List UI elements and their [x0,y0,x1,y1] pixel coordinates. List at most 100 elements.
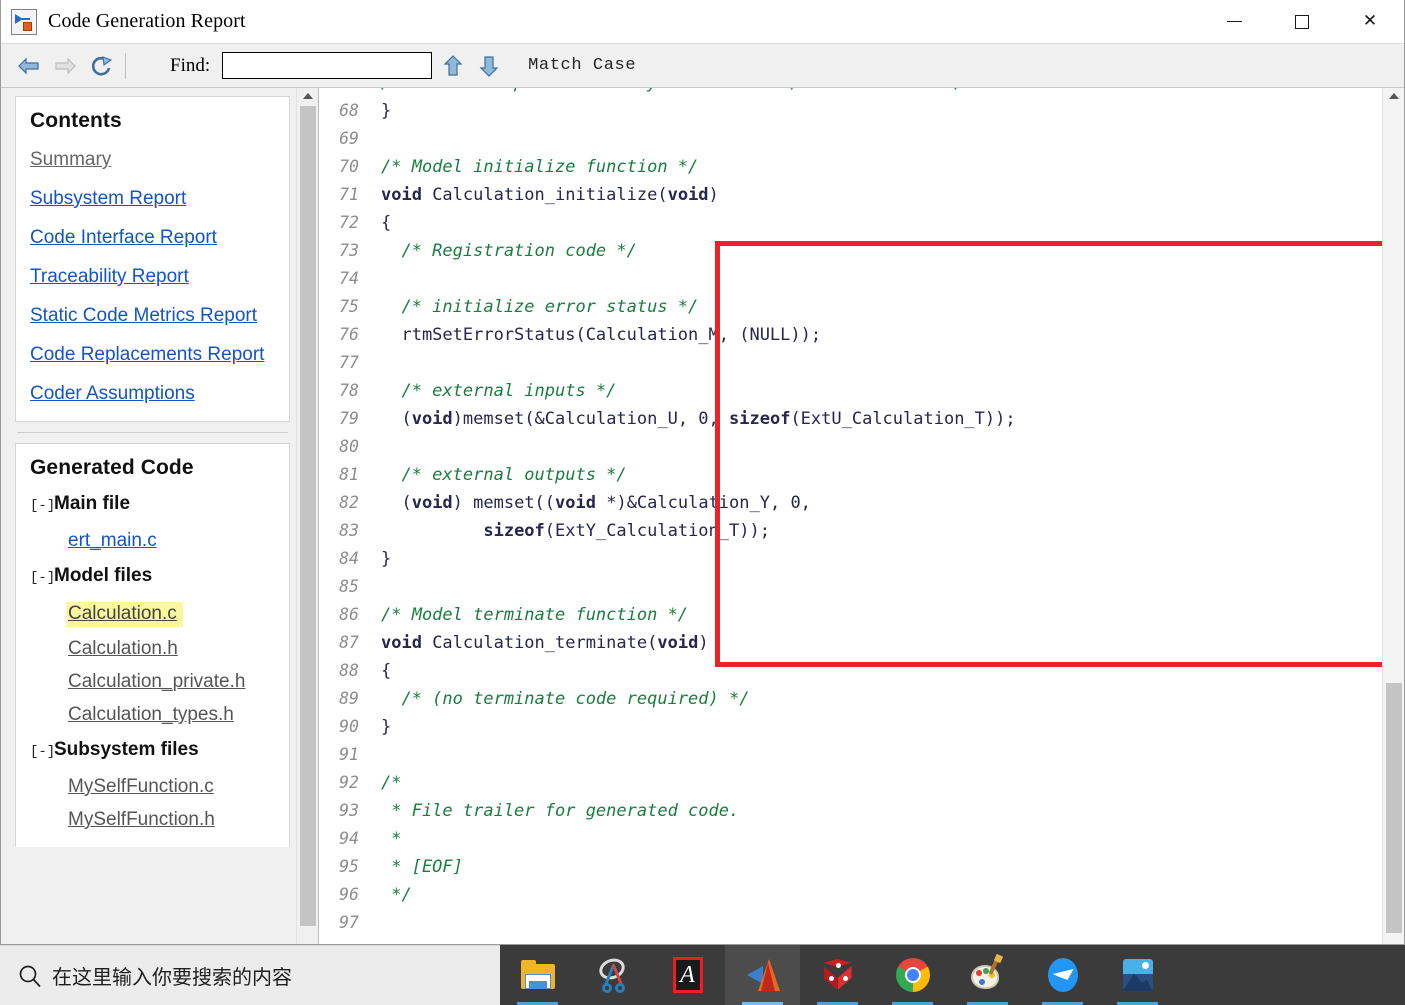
line-number: 68 [339,101,359,120]
code-line: 88 { [319,657,1382,685]
taskbar-chrome-icon[interactable] [875,945,950,1005]
back-button[interactable] [11,49,47,83]
code-line: 91 [319,741,1382,769]
line-number: 81 [339,465,359,484]
taskbar-bird-messenger-icon[interactable] [1025,945,1100,1005]
file-link-ert-main-c[interactable]: ert_main.c [68,530,157,552]
code-line: 82 (void) memset((void *)&Calculation_Y,… [319,489,1382,517]
line-text: /* (no terminate code required) */ [369,685,1382,713]
code-token: /* Registration code */ [381,241,637,261]
code-token: void [657,633,699,653]
file-link-myselffunction-h[interactable]: MySelfFunction.h [68,809,215,831]
taskbar-paint-icon[interactable] [950,945,1025,1005]
scroll-up-button[interactable] [297,88,318,104]
tree-group-main-file[interactable]: [-] Main file [30,493,275,515]
triangle-up-icon [303,93,313,99]
code-token: /* external outputs */ [381,465,627,485]
line-number: 90 [339,717,359,736]
taskbar-matlab-icon[interactable] [725,945,800,1005]
line-number: 79 [339,409,359,428]
refresh-button[interactable] [83,49,119,83]
generated-code-heading: Generated Code [30,456,194,479]
line-number: 67 [319,88,369,97]
code-line: 90} [319,713,1382,741]
arrow-down-icon [479,55,499,77]
line-number: 82 [339,493,359,512]
scroll-up-button[interactable] [1383,88,1404,104]
toc-link-static-code-metrics-report[interactable]: Static Code Metrics Report [30,305,275,327]
taskbar-red-cube-icon[interactable] [800,945,875,1005]
line-number: 71 [339,185,359,204]
back-arrow-icon [18,57,39,74]
code-token: ( [381,409,412,429]
scrollbar-thumb[interactable] [300,106,316,926]
file-link-myselffunction-c[interactable]: MySelfFunction.c [68,776,214,798]
line-text: void Calculation_initialize(void) [369,181,1382,209]
code-line: 76 rtmSetErrorStatus(Calculation_M, (NUL… [319,321,1382,349]
code-token: { [381,661,392,681]
line-text: /* End of Outputs for SubSystem: '<Root>… [369,88,1382,97]
code-line: 72 { [319,209,1382,237]
code-token: Calculation_terminate( [421,633,658,653]
taskbar-file-explorer-icon[interactable] [500,945,575,1005]
minimize-button[interactable] [1200,0,1268,44]
code-scrollbar[interactable] [1382,88,1404,944]
taskbar-snipping-tool-icon[interactable] [575,945,650,1005]
toc-link-code-replacements-report[interactable]: Code Replacements Report [30,344,275,366]
taskbar-search-placeholder: 在这里输入你要搜索的内容 [52,965,292,989]
code-line: 71 void Calculation_initialize(void) [319,181,1382,209]
toc-link-code-interface-report[interactable]: Code Interface Report [30,227,275,249]
line-text: /* external outputs */ [369,461,1382,489]
code-line: 96 */ [319,881,1382,909]
code-line: 80 [319,433,1382,461]
taskbar-adobe-acrobat-icon[interactable]: A [650,945,725,1005]
code-token: )memset(&Calculation_U, 0, [452,409,730,429]
code-token: void [381,633,422,653]
toc-link-subsystem-report[interactable]: Subsystem Report [30,188,275,210]
maximize-button[interactable] [1268,0,1336,44]
scrollbar-thumb[interactable] [1386,683,1402,933]
match-case-label[interactable]: Match Case [528,56,636,75]
line-text: /* Model initialize function */ [369,153,1382,181]
code-token: void [555,493,596,513]
tree-group-label: Subsystem files [54,739,199,760]
find-next-button[interactable] [474,50,504,82]
code-token: /* (no terminate code required) */ [381,689,750,709]
code-line: 81 /* external outputs */ [319,461,1382,489]
toc-link-coder-assumptions[interactable]: Coder Assumptions [30,383,275,405]
code-token: ) [698,633,709,653]
line-text: void Calculation_terminate(void) [369,629,1382,657]
collapse-toggle-icon[interactable]: [-] [30,570,55,586]
file-link-calculation-private-h[interactable]: Calculation_private.h [68,671,245,693]
contents-heading: Contents [30,109,122,132]
file-link-calculation-h[interactable]: Calculation.h [68,638,178,660]
taskbar-photos-icon[interactable] [1100,945,1175,1005]
code-line: 70 /* Model initialize function */ [319,153,1382,181]
code-line: 95 * [EOF] [319,853,1382,881]
line-number: 89 [339,689,359,708]
sidebar-scrollbar[interactable] [296,88,318,944]
taskbar-search-box[interactable]: 在这里输入你要搜索的内容 [0,945,500,1005]
close-button[interactable]: ✕ [1336,0,1404,44]
line-text: /* Model terminate function */ [369,601,1382,629]
forward-button[interactable] [47,49,83,83]
find-input[interactable] [222,52,433,79]
line-number: 85 [339,577,359,596]
line-text: sizeof(ExtY_Calculation_T)); [369,517,1382,545]
code-token: rtmSetErrorStatus(Calculation_M, (NULL))… [381,325,822,345]
file-link-calculation-types-h[interactable]: Calculation_types.h [68,704,234,726]
line-number: 77 [339,353,359,372]
toc-link-summary[interactable]: Summary [30,149,275,171]
code-listing: 67 /* End of Outputs for SubSystem: '<Roo… [319,88,1382,937]
code-line: 85 [319,573,1382,601]
tree-group-model-files[interactable]: [-] Model files [30,565,275,587]
line-number: 91 [339,745,359,764]
find-previous-button[interactable] [438,50,468,82]
collapse-toggle-icon[interactable]: [-] [30,744,55,760]
file-link-calculation-c[interactable]: Calculation.c [66,602,183,627]
collapse-toggle-icon[interactable]: [-] [30,498,55,514]
code-line: 79 (void)memset(&Calculation_U, 0, sizeo… [319,405,1382,433]
tree-group-subsystem-files[interactable]: [-] Subsystem files [30,739,275,761]
toc-link-traceability-report[interactable]: Traceability Report [30,266,275,288]
